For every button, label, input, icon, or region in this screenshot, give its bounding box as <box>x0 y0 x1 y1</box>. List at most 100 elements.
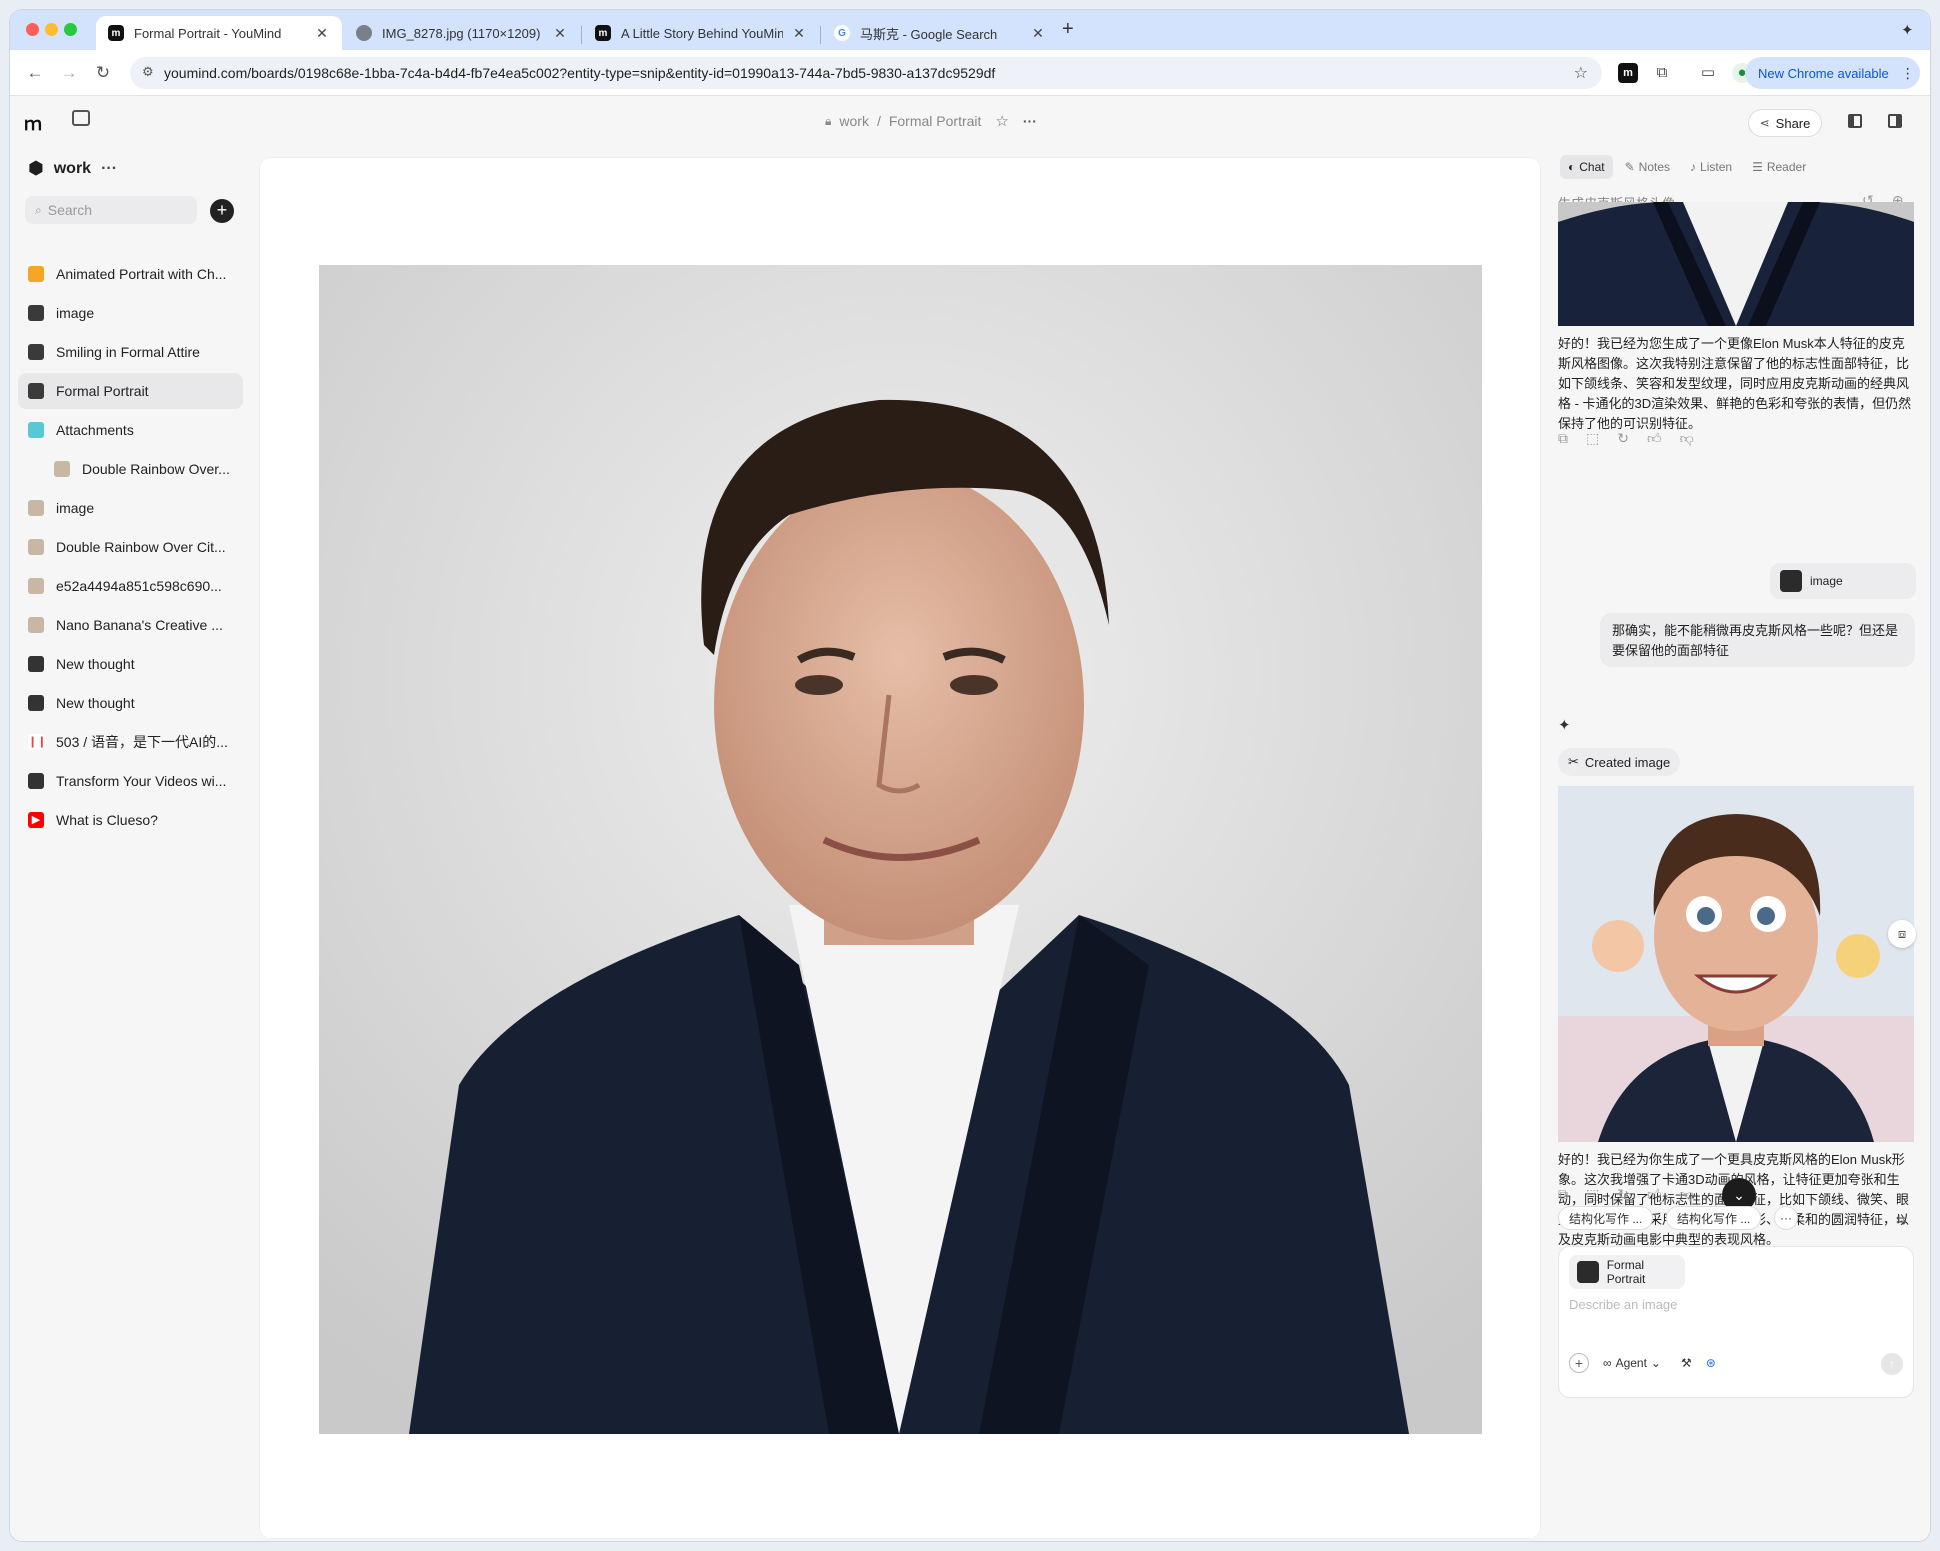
pixar-style-generated-image[interactable] <box>1558 786 1914 1142</box>
thumbs-up-icon[interactable]: 👍︎ <box>1647 1186 1662 1203</box>
tab-title: A Little Story Behind YouMind <box>621 25 783 41</box>
zoom-window-button[interactable] <box>64 23 77 36</box>
web-search-icon[interactable]: ⊛ <box>1706 1356 1716 1370</box>
youtube-icon: ▶ <box>28 812 44 828</box>
favorite-star-icon[interactable]: ☆ <box>995 112 1008 130</box>
layout-left-icon[interactable] <box>1848 114 1862 128</box>
sidebar-item[interactable]: New thought <box>18 685 243 721</box>
board-title[interactable]: ⬢ work ··· <box>28 158 117 179</box>
edit-image-icon[interactable]: ⧈ <box>1888 920 1916 948</box>
created-image-chip[interactable]: ✂ Created image <box>1558 748 1681 776</box>
omnibox[interactable]: ⚙ youmind.com/boards/0198c68e-1bba-7c4a-… <box>130 57 1602 89</box>
user-message: 那确实，能不能稍微再皮克斯风格一些呢？但还是要保留他的面部特征 <box>1600 613 1915 667</box>
save-icon[interactable]: ⬚ <box>1586 1186 1599 1203</box>
copy-icon[interactable]: ⧉ <box>1558 1186 1568 1203</box>
reload-icon[interactable]: ↻ <box>92 62 114 84</box>
sidebar-item-label: Nano Banana's Creative ... <box>56 617 223 633</box>
more-options-icon[interactable]: ··· <box>1023 113 1037 129</box>
tab-listen[interactable]: ♪ Listen <box>1682 155 1740 179</box>
back-arrow-icon[interactable]: ← <box>24 62 46 84</box>
browser-tab-1[interactable]: m Formal Portrait - YouMind ✕ <box>96 16 342 50</box>
cast-icon[interactable]: ▭ <box>1698 63 1718 83</box>
close-tab-icon[interactable]: ✕ <box>314 25 330 42</box>
site-info-icon[interactable]: ⚙ <box>142 64 154 80</box>
suggestion-chip[interactable]: 结构化写作 ... <box>1666 1206 1762 1230</box>
more-suggestions-icon[interactable]: ··· <box>1774 1206 1798 1230</box>
regenerate-icon[interactable]: ↻ <box>1617 1186 1629 1203</box>
sidebar-item[interactable]: Attachments <box>18 412 243 448</box>
tab-title: IMG_8278.jpg (1170×1209) <box>382 25 541 41</box>
sidebar-item[interactable]: image <box>18 295 243 331</box>
note-icon <box>28 656 44 672</box>
bookmark-star-icon[interactable]: ☆ <box>1574 63 1588 83</box>
sidebar-item[interactable]: Smiling in Formal Attire <box>18 334 243 370</box>
context-chip[interactable]: Formal Portrait <box>1569 1255 1685 1289</box>
close-tab-icon[interactable]: ✕ <box>552 25 568 42</box>
send-button[interactable]: ↑ <box>1881 1353 1903 1375</box>
add-button[interactable]: + <box>210 199 234 223</box>
settings-sliders-icon[interactable]: ⇆ <box>1896 1212 1907 1228</box>
sidebar-item[interactable]: Formal Portrait <box>18 373 243 409</box>
sidebar-item[interactable]: New thought <box>18 646 243 682</box>
forward-arrow-icon[interactable]: → <box>58 62 80 84</box>
tab-title: Formal Portrait - YouMind <box>134 25 282 41</box>
close-window-button[interactable] <box>26 23 39 36</box>
sidebar-item[interactable]: image <box>18 490 243 526</box>
share-button[interactable]: ⋖ Share <box>1748 109 1822 137</box>
save-icon[interactable]: ⬚ <box>1586 430 1599 447</box>
globe-icon <box>356 25 372 41</box>
sidebar-item[interactable]: Transform Your Videos wi... <box>18 763 243 799</box>
more-vert-icon: ⋮ <box>1900 64 1915 81</box>
sparkle-icon: ✦ <box>1558 717 1571 734</box>
sidebar-item-label: image <box>56 305 95 321</box>
tab-chat[interactable]: ◐ Chat <box>1560 155 1613 179</box>
sidebar-item-label: Smiling in Formal Attire <box>56 344 200 360</box>
minimize-window-button[interactable] <box>45 23 58 36</box>
created-image-label: Created image <box>1584 754 1671 770</box>
sidebar-item[interactable]: Double Rainbow Over Cit... <box>18 529 243 565</box>
close-tab-icon[interactable]: ✕ <box>1030 25 1046 42</box>
youmind-logo-icon[interactable]: ｍ <box>24 110 42 136</box>
user-image-attachment[interactable]: image <box>1770 563 1916 599</box>
sidebar-item[interactable]: Double Rainbow Over... <box>18 451 243 487</box>
regenerate-icon[interactable]: ↻ <box>1617 430 1629 447</box>
new-tab-button[interactable]: + <box>1062 18 1074 41</box>
folder-icon <box>28 422 44 438</box>
browser-tab-2[interactable]: IMG_8278.jpg (1170×1209) ✕ <box>344 16 580 50</box>
board-cube-icon: ⬢ <box>28 158 44 178</box>
board-more-icon[interactable]: ··· <box>101 160 117 178</box>
browser-tab-3[interactable]: m A Little Story Behind YouMind ✕ <box>583 16 819 50</box>
sidebar-item[interactable]: ▶ What is Clueso? <box>18 802 243 838</box>
sidebar-item[interactable]: e52a4494a851c598c690... <box>18 568 243 604</box>
tools-icon[interactable]: ⚒ <box>1681 1356 1692 1370</box>
previous-generated-image[interactable] <box>1558 202 1914 326</box>
url-text[interactable]: youmind.com/boards/0198c68e-1bba-7c4a-b4… <box>164 65 1574 81</box>
portrait-thumb-icon <box>28 344 44 360</box>
layout-right-icon[interactable] <box>1888 114 1902 128</box>
search-box[interactable]: ⌕ Search <box>25 196 197 224</box>
breadcrumb-board[interactable]: work <box>839 113 869 129</box>
tab-notes[interactable]: ✎ Notes <box>1617 155 1678 179</box>
copy-icon[interactable]: ⧉ <box>1558 430 1568 447</box>
agent-mode-select[interactable]: ∞ Agent ⌄ <box>1603 1356 1661 1370</box>
new-chrome-button[interactable]: New Chrome available ⋮ <box>1745 57 1920 89</box>
thumbs-down-icon[interactable]: 👎︎ <box>1680 430 1694 447</box>
describe-image-input[interactable] <box>1569 1297 1899 1312</box>
browser-tab-4[interactable]: G 马斯克 - Google Search ✕ <box>822 16 1058 50</box>
thumbs-up-icon[interactable]: 👍︎ <box>1647 430 1662 447</box>
close-tab-icon[interactable]: ✕ <box>791 25 807 42</box>
gemini-spark-icon[interactable]: ✦ <box>1901 21 1914 39</box>
thumbs-down-icon[interactable]: 👎︎ <box>1680 1186 1694 1203</box>
sidebar-toggle-icon[interactable] <box>72 110 90 126</box>
sidebar-item[interactable]: ❙❙ 503 / 语音，是下一代AI的... <box>18 724 243 760</box>
image-thumb-icon <box>28 539 44 555</box>
extensions-puzzle-icon[interactable]: ⧉ <box>1652 63 1672 83</box>
sidebar-item[interactable]: Animated Portrait with Ch... <box>18 256 243 292</box>
add-attachment-icon[interactable]: + <box>1569 1353 1589 1373</box>
youmind-favicon-icon: m <box>108 25 124 41</box>
sidebar-item[interactable]: Nano Banana's Creative ... <box>18 607 243 643</box>
tab-reader[interactable]: ☰ Reader <box>1744 155 1814 179</box>
chevron-down-icon: ⌄ <box>1650 1356 1661 1370</box>
youmind-extension-icon[interactable]: m <box>1618 63 1638 83</box>
suggestion-chip[interactable]: 结构化写作 ... <box>1558 1206 1654 1230</box>
